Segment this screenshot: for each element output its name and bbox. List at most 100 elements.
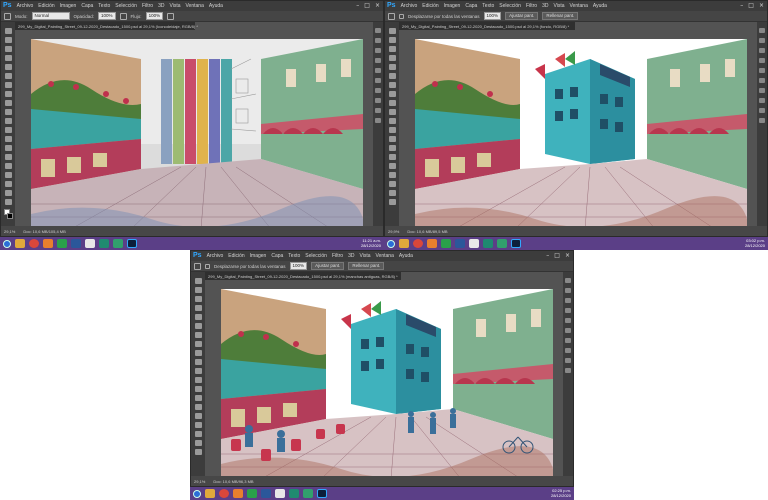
menu-filtro[interactable]: Filtro [142,2,153,10]
menu-vista[interactable]: Vista [169,2,180,10]
document-tab[interactable]: 299_My_Digital_Painting_Street_09-12-202… [399,22,575,30]
maximize-button[interactable]: □ [364,2,370,10]
windows-start-icon[interactable] [3,239,11,248]
shape-tool-icon[interactable] [4,181,12,187]
lasso-tool-icon[interactable] [388,46,396,52]
eraser-tool-icon[interactable] [4,118,12,124]
document-tab[interactable]: 299_My_Digital_Painting_Street_09-12-202… [15,22,198,30]
zoom-tool-icon[interactable] [4,199,12,205]
type-tool-icon[interactable] [388,163,396,169]
quick-select-tool-icon[interactable] [194,305,202,311]
history-panel-icon[interactable] [375,28,381,33]
key-icon[interactable] [99,239,109,248]
clock[interactable]: 03:02 p.m. 28/12/2020 [745,238,765,248]
menu-edicion[interactable]: Edición [228,252,244,260]
menu-texto[interactable]: Texto [288,252,300,260]
healing-tool-icon[interactable] [194,332,202,338]
adjustments-panel-icon[interactable] [375,98,381,103]
menu-archivo[interactable]: Archivo [207,252,224,260]
blur-tool-icon[interactable] [4,136,12,142]
menu-3d[interactable]: 3D [348,252,354,260]
maximize-button[interactable]: □ [554,252,560,260]
marquee-tool-icon[interactable] [194,287,202,293]
eyedropper-tool-icon[interactable] [388,73,396,79]
character-panel-icon[interactable] [565,368,571,373]
menu-edicion[interactable]: Edición [38,2,54,10]
document-canvas[interactable] [221,289,553,479]
media-icon[interactable] [57,239,67,248]
dodge-tool-icon[interactable] [388,145,396,151]
word-icon[interactable] [261,489,271,498]
opacity-input[interactable]: 100% [98,12,116,20]
photoshop-taskbar-icon[interactable] [511,239,521,248]
menu-filtro[interactable]: Filtro [332,252,343,260]
blur-tool-icon[interactable] [194,386,202,392]
paths-panel-icon[interactable] [565,338,571,343]
menu-3d[interactable]: 3D [542,2,548,10]
menu-ventana[interactable]: Ventana [186,2,204,10]
menu-texto[interactable]: Texto [98,2,110,10]
lasso-tool-icon[interactable] [4,46,12,52]
crop-tool-icon[interactable] [388,64,396,70]
menu-texto[interactable]: Texto [482,2,494,10]
properties-panel-icon[interactable] [759,108,765,113]
menu-3d[interactable]: 3D [158,2,164,10]
brushes-panel-icon[interactable] [565,308,571,313]
chrome-icon[interactable] [29,239,39,248]
marquee-tool-icon[interactable] [388,37,396,43]
stamp-tool-icon[interactable] [4,100,12,106]
menu-seleccion[interactable]: Selección [499,2,521,10]
fill-screen-button[interactable]: Rellenar pant. [542,12,579,20]
document-canvas[interactable] [415,39,747,229]
adjustments-panel-icon[interactable] [759,98,765,103]
menu-archivo[interactable]: Archivo [401,2,418,10]
color-panel-icon[interactable] [759,38,765,43]
menu-imagen[interactable]: Imagen [444,2,461,10]
scroll-all-checkbox[interactable] [205,263,210,269]
media-icon[interactable] [441,239,451,248]
menu-seleccion[interactable]: Selección [305,252,327,260]
menu-ayuda[interactable]: Ayuda [593,2,607,10]
menu-edicion[interactable]: Edición [422,2,438,10]
paths-panel-icon[interactable] [759,88,765,93]
menu-archivo[interactable]: Archivo [17,2,34,10]
hand-tool-icon[interactable] [388,190,396,196]
menu-vista[interactable]: Vista [553,2,564,10]
crop-tool-icon[interactable] [4,64,12,70]
airbrush-icon[interactable] [167,12,175,20]
pressure-opacity-icon[interactable] [119,12,127,20]
minimize-button[interactable]: – [546,252,549,260]
channels-panel-icon[interactable] [565,328,571,333]
menu-capa[interactable]: Capa [465,2,477,10]
dodge-tool-icon[interactable] [4,145,12,151]
hand-tool-icon[interactable] [194,440,202,446]
pen-tool-icon[interactable] [388,154,396,160]
history-panel-icon[interactable] [565,278,571,283]
clock[interactable]: 11:21 a.m. 28/12/2020 [361,238,381,248]
zoom-100-button[interactable]: 100% [483,12,502,20]
menu-imagen[interactable]: Imagen [250,252,267,260]
hand-tool-icon[interactable] [194,262,201,270]
maximize-button[interactable]: □ [748,2,754,10]
healing-tool-icon[interactable] [388,82,396,88]
photoshop-taskbar-icon[interactable] [317,489,327,498]
minimize-button[interactable]: – [740,2,743,10]
adjustments-panel-icon[interactable] [565,348,571,353]
menu-imagen[interactable]: Imagen [60,2,77,10]
move-tool-icon[interactable] [194,278,202,284]
windows-start-icon[interactable] [193,489,201,498]
eraser-tool-icon[interactable] [194,368,202,374]
background-color-swatch[interactable] [7,213,13,219]
zoom-readout[interactable]: 29,9% [388,229,399,234]
menu-capa[interactable]: Capa [271,252,283,260]
layers-panel-icon[interactable] [565,318,571,323]
menu-ventana[interactable]: Ventana [376,252,394,260]
channels-panel-icon[interactable] [375,78,381,83]
explorer-icon[interactable] [399,239,409,248]
move-tool-icon[interactable] [388,28,396,34]
files-icon[interactable] [469,239,479,248]
close-button[interactable]: × [375,2,380,10]
media-player-icon[interactable] [497,239,507,248]
menu-capa[interactable]: Capa [81,2,93,10]
zoom-readout[interactable]: 29,1% [194,479,205,484]
